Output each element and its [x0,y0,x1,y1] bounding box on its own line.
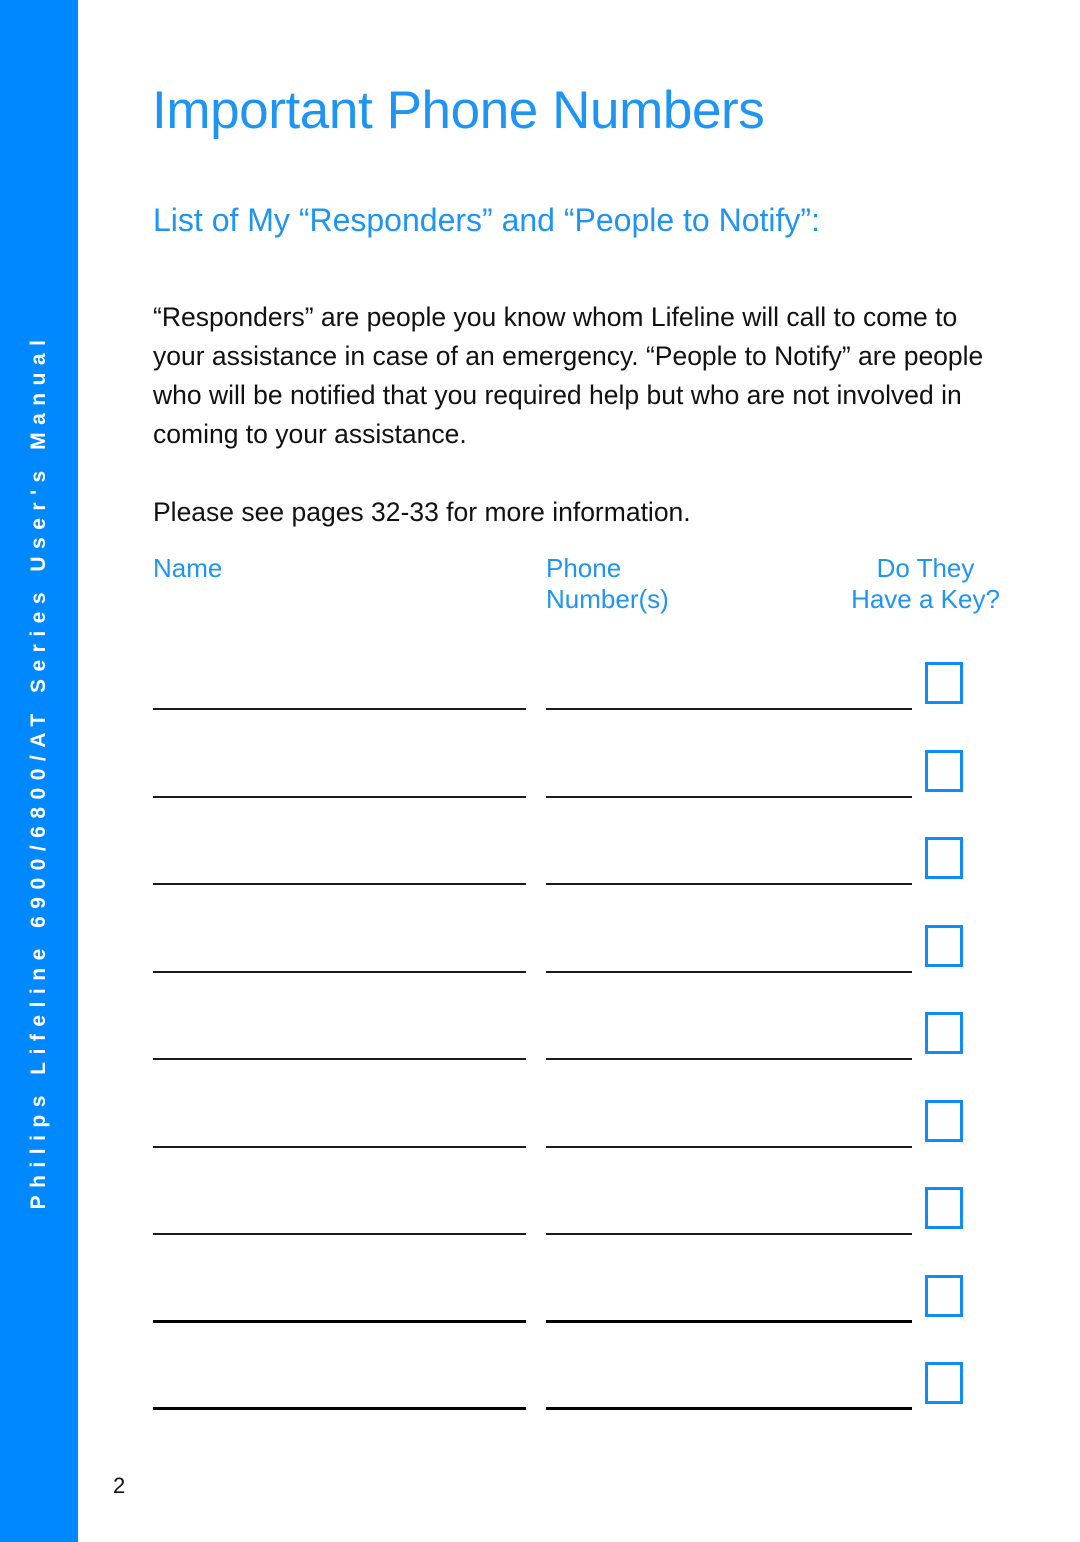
table-row [78,885,1080,973]
table-row [78,622,1080,710]
has-key-checkbox[interactable] [925,1187,963,1229]
has-key-checkbox[interactable] [925,1099,963,1142]
has-key-checkbox[interactable] [925,662,963,704]
has-key-checkbox[interactable] [925,749,963,792]
sidebar-spine: Philips Lifeline 6900/6800/AT Series Use… [0,0,78,1542]
table-row [78,797,1080,885]
name-write-line[interactable] [153,1407,526,1410]
table-row [78,1235,1080,1323]
table-row [78,1147,1080,1235]
contact-entry-rows [78,0,1080,1542]
has-key-checkbox[interactable] [925,837,963,879]
table-row [78,1060,1080,1148]
page-number: 2 [113,1473,126,1498]
table-row [78,1322,1080,1410]
has-key-checkbox[interactable] [925,1362,963,1404]
has-key-checkbox[interactable] [925,924,963,967]
table-row [78,972,1080,1060]
has-key-checkbox[interactable] [925,1274,963,1317]
phone-write-line[interactable] [546,1407,912,1410]
page-content: Important Phone Numbers List of My “Resp… [78,0,1080,1542]
spine-title-text: Philips Lifeline 6900/6800/AT Series Use… [27,332,50,1210]
has-key-checkbox[interactable] [925,1012,963,1054]
table-row [78,710,1080,798]
